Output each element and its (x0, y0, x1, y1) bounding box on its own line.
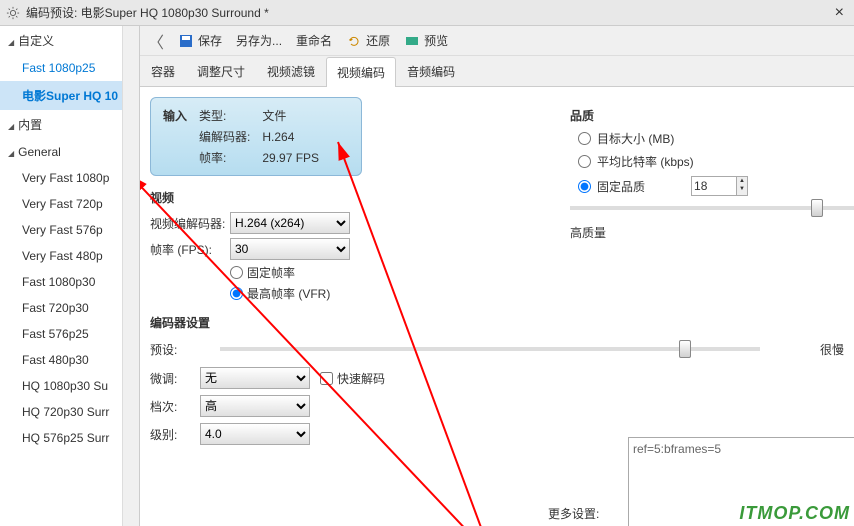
input-type-value: 文件 (262, 106, 329, 125)
input-codec-value: H.264 (262, 127, 329, 146)
preview-icon (404, 33, 420, 49)
sidebar-item[interactable]: Fast 576p25 (0, 321, 139, 347)
tab-videofilter[interactable]: 视频滤镜 (256, 56, 326, 86)
sidebar-item[interactable]: Very Fast 576p (0, 217, 139, 243)
input-header: 输入 (163, 106, 197, 125)
quality-spinner[interactable]: 18 (691, 176, 737, 196)
saveas-button[interactable]: 另存为... (236, 32, 282, 49)
quality-spinner-buttons[interactable]: ▲▼ (736, 176, 748, 196)
revert-button[interactable]: 还原 (346, 32, 390, 49)
input-type-label: 类型: (199, 106, 260, 125)
tune-label: 微调: (150, 370, 200, 387)
tab-videoencode[interactable]: 视频编码 (326, 57, 396, 87)
hq-label: 高质量 (570, 224, 606, 241)
sidebar-item[interactable]: HQ 1080p30 Su (0, 373, 139, 399)
more-settings-label: 更多设置: (548, 505, 599, 522)
fixed-quality-label: 固定品质 (597, 178, 645, 195)
fixed-fps-label: 固定帧率 (247, 264, 295, 281)
sidebar-item[interactable]: HQ 576p25 Surr (0, 425, 139, 451)
input-fps-label: 帧率: (199, 148, 260, 167)
fast-decode-label: 快速解码 (337, 370, 385, 387)
fixed-fps-radio[interactable] (230, 266, 243, 279)
close-icon[interactable]: × (831, 4, 848, 22)
revert-icon (346, 33, 362, 49)
target-size-radio[interactable] (578, 132, 591, 145)
video-fps-label: 帧率 (FPS): (150, 241, 230, 258)
peak-fps-radio[interactable] (230, 287, 243, 300)
rename-button[interactable]: 重命名 (296, 32, 332, 49)
sidebar-item[interactable]: 电影Super HQ 10 (0, 81, 139, 110)
profile-label: 档次: (150, 398, 200, 415)
preset-slider[interactable] (220, 337, 792, 361)
tabs: 容器 调整尺寸 视频滤镜 视频编码 音频编码 (140, 56, 854, 87)
back-button[interactable]: 〈 (148, 29, 164, 53)
preset-label: 预设: (150, 341, 200, 358)
sidebar-item[interactable]: Very Fast 720p (0, 191, 139, 217)
toolbar: 〈 保存 另存为... 重命名 还原 预览 (140, 26, 854, 56)
avg-bitrate-radio[interactable] (578, 155, 591, 168)
revert-label: 还原 (366, 32, 390, 49)
fast-decode-checkbox[interactable] (320, 372, 333, 385)
sidebar-group-builtin[interactable]: 内置 (0, 110, 139, 139)
sidebar: 自定义 Fast 1080p25 电影Super HQ 10 内置 Genera… (0, 26, 140, 526)
tab-audioencode[interactable]: 音频编码 (396, 56, 466, 86)
input-summary-box: 输入 类型: 文件 编解码器: H.264 帧率: 29.97 FPS (150, 97, 362, 176)
sidebar-item[interactable]: Fast 1080p25 (0, 55, 139, 81)
gear-icon (6, 6, 20, 20)
input-codec-label: 编解码器: (199, 127, 260, 146)
sidebar-item[interactable]: Very Fast 480p (0, 243, 139, 269)
fixed-quality-radio[interactable] (578, 180, 591, 193)
watermark: ITMOP.COM (739, 503, 850, 524)
avg-bitrate-label: 平均比特率 (kbps) (597, 153, 694, 170)
sidebar-item[interactable]: HQ 720p30 Surr (0, 399, 139, 425)
save-label: 保存 (198, 32, 222, 49)
input-fps-value: 29.97 FPS (262, 148, 329, 167)
quality-slider[interactable] (570, 206, 854, 210)
save-icon (178, 33, 194, 49)
target-size-label: 目标大小 (MB) (597, 130, 674, 147)
preview-button[interactable]: 预览 (404, 32, 448, 49)
sidebar-group-custom[interactable]: 自定义 (0, 26, 139, 55)
video-fps-select[interactable]: 30 (230, 238, 350, 260)
encoder-section-title: 编码器设置 (150, 314, 844, 331)
profile-select[interactable]: 高 (200, 395, 310, 417)
sidebar-item[interactable]: Fast 480p30 (0, 347, 139, 373)
tab-container[interactable]: 容器 (140, 56, 186, 86)
sidebar-item[interactable]: Very Fast 1080p (0, 165, 139, 191)
sidebar-item[interactable]: Fast 720p30 (0, 295, 139, 321)
sidebar-item[interactable]: Fast 1080p30 (0, 269, 139, 295)
video-encoder-label: 视频编解码器: (150, 215, 230, 232)
tab-resize[interactable]: 调整尺寸 (186, 56, 256, 86)
quality-section-title: 品质 (570, 107, 854, 124)
video-encoder-select[interactable]: H.264 (x264) (230, 212, 350, 234)
save-button[interactable]: 保存 (178, 32, 222, 49)
window-title: 编码预设: 电影Super HQ 1080p30 Surround * (26, 4, 831, 21)
level-label: 级别: (150, 426, 200, 443)
peak-fps-label: 最高帧率 (VFR) (247, 285, 330, 302)
preview-label: 预览 (424, 32, 448, 49)
level-select[interactable]: 4.0 (200, 423, 310, 445)
tune-select[interactable]: 无 (200, 367, 310, 389)
sidebar-group-general[interactable]: General (0, 139, 139, 165)
preset-slow-label: 很慢 (820, 341, 844, 358)
